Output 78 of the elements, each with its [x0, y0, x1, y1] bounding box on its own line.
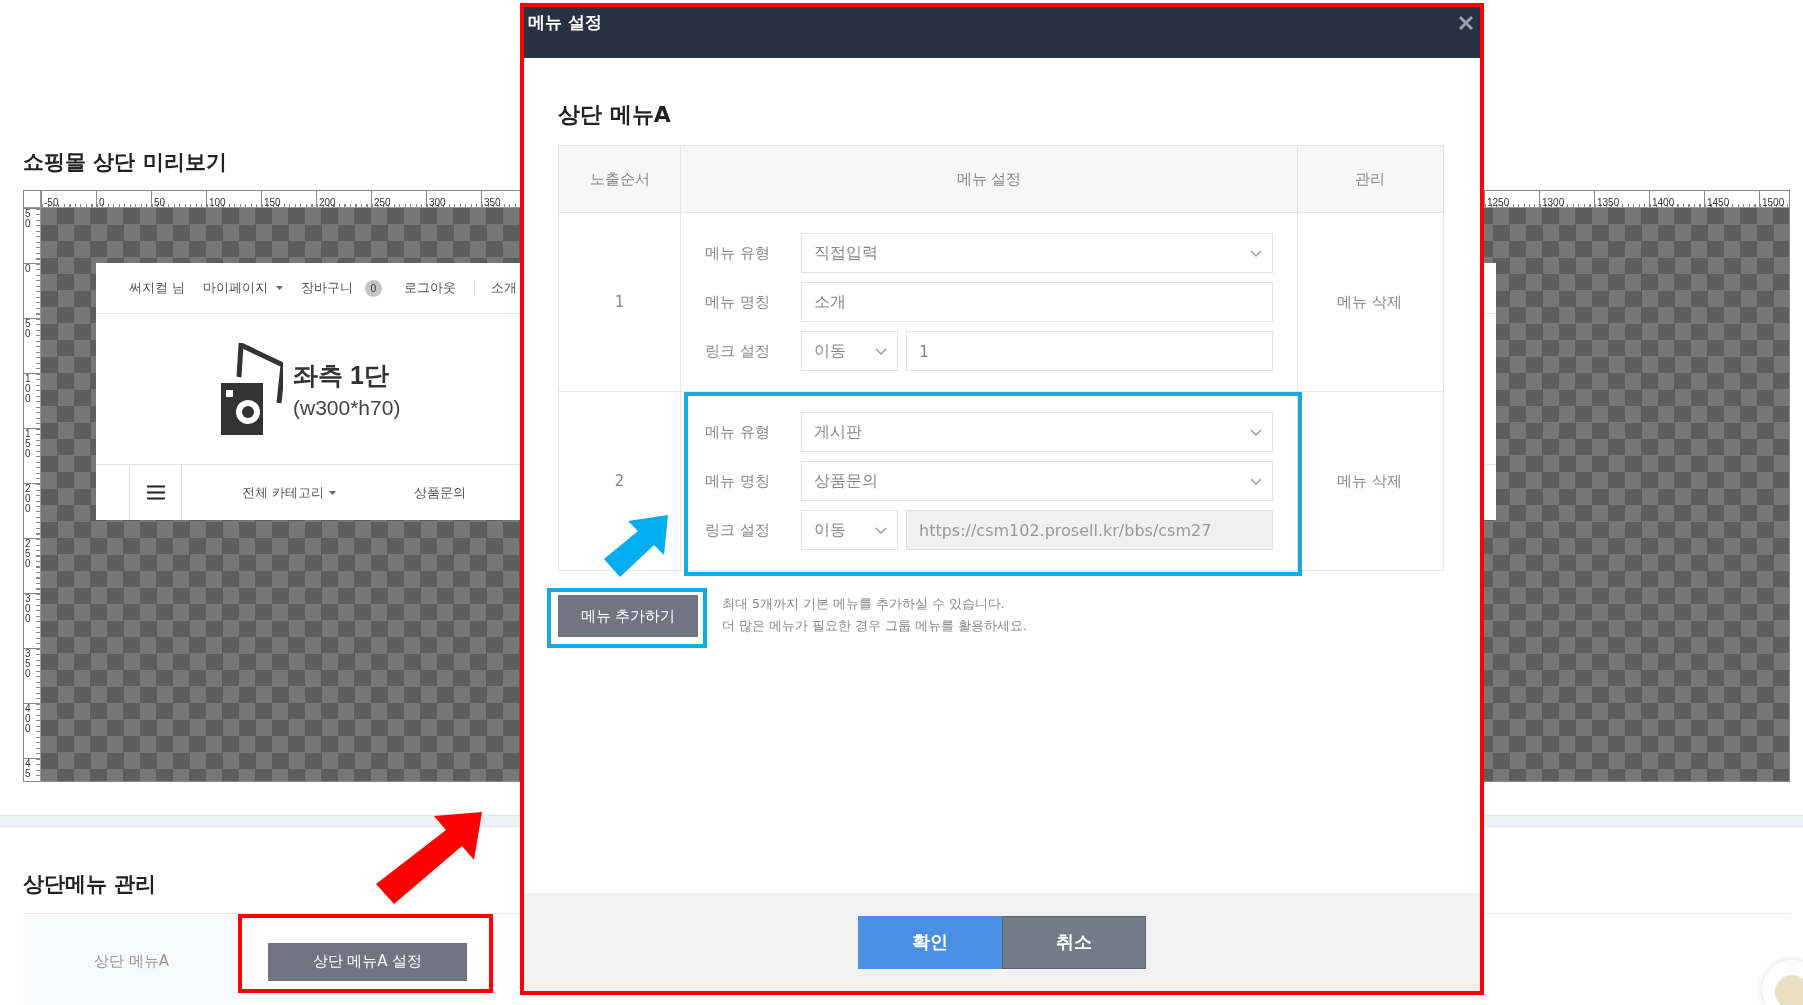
close-icon — [1458, 14, 1474, 31]
ruler-label: 150 — [263, 197, 281, 207]
ruler-label: 200 — [25, 484, 32, 514]
ruler-label: 250 — [373, 197, 391, 207]
add-menu-button[interactable]: 메뉴 추가하기 — [558, 595, 698, 637]
section-title: 상단메뉴 관리 — [23, 871, 158, 897]
ruler-label: -50 — [43, 197, 59, 207]
ruler-label: 300 — [428, 197, 446, 207]
dialog-heading: 상단 메뉴A — [558, 101, 672, 129]
ruler-label: 150 — [25, 429, 32, 459]
ruler-label: 1450 — [1706, 197, 1730, 207]
chevron-down-icon — [1250, 477, 1262, 485]
ruler-label: 300 — [25, 594, 32, 624]
header-link[interactable]: 소개 — [491, 279, 517, 297]
ruler-label: 350 — [25, 649, 32, 679]
table-cell: 1 — [559, 213, 681, 391]
ruler-label: 100 — [25, 374, 32, 404]
camera-logo-icon — [221, 343, 283, 435]
caret-icon — [329, 490, 337, 495]
confirm-button[interactable]: 확인 — [858, 915, 1002, 969]
header-link[interactable]: 장바구니 — [301, 279, 353, 297]
ruler-label: 200 — [318, 197, 336, 207]
ruler-label: 1350 — [1596, 197, 1620, 207]
ruler-label: 50 — [25, 319, 32, 339]
ruler-label: 1300 — [1541, 197, 1565, 207]
url-field: https://csm102.prosell.kr/bbs/csm27 — [906, 510, 1273, 550]
ruler-label: 250 — [25, 539, 32, 569]
delete-link[interactable]: 메뉴 삭제 — [1298, 392, 1441, 570]
ruler-label: 350 — [483, 197, 501, 207]
field-label: 메뉴 유형 — [705, 422, 771, 442]
ruler-label: 0 — [98, 197, 105, 207]
pointer-arrow — [604, 515, 668, 577]
field-label: 메뉴 명칭 — [705, 471, 771, 491]
column-header: 관리 — [1353, 168, 1386, 190]
ruler-label: 45 — [25, 759, 32, 779]
help-text: 더 많은 메뉴가 필요한 경우 그룹 메뉴를 활용하세요. — [722, 617, 1027, 635]
ruler-label: 0 — [25, 264, 32, 274]
chevron-down-icon — [875, 347, 887, 355]
field-label: 링크 설정 — [705, 341, 771, 361]
delete-link[interactable]: 메뉴 삭제 — [1298, 213, 1441, 391]
ruler-label: 1250 — [1486, 197, 1510, 207]
section-title: 쇼핑몰 상단 미리보기 — [23, 149, 228, 176]
select-field[interactable]: 상품문의 — [801, 461, 1273, 501]
header-link[interactable]: 마이페이지 — [203, 279, 268, 297]
logo-text: 좌측 1단 — [293, 359, 390, 391]
field-label: 메뉴 유형 — [705, 243, 771, 263]
ruler-label: 50 — [25, 209, 32, 229]
logo-size-text: (w300*h70) — [293, 395, 401, 420]
chevron-down-icon — [1250, 428, 1262, 436]
nav-link[interactable]: 상품문의 — [414, 483, 467, 502]
close-button[interactable] — [1458, 14, 1474, 31]
ruler-label: 400 — [25, 704, 32, 734]
chevron-down-icon — [875, 526, 887, 534]
help-text: 최대 5개까지 기본 메뉴를 추가하실 수 있습니다. — [722, 595, 1006, 613]
count-badge: 0 — [365, 279, 382, 297]
menu-icon — [146, 485, 165, 500]
ruler-label: 1400 — [1651, 197, 1675, 207]
chevron-down-icon — [1250, 249, 1262, 257]
select-field[interactable]: 직접입력 — [801, 233, 1273, 273]
table-cell: 상단 메뉴A — [23, 914, 240, 1005]
text-field[interactable]: 소개 — [801, 282, 1273, 322]
nav-link[interactable]: 전체 카테고리 — [242, 483, 325, 502]
select-field[interactable]: 이동 — [801, 331, 898, 371]
field-label: 메뉴 명칭 — [705, 292, 771, 312]
ruler-label: 1500 — [1761, 197, 1785, 207]
cancel-button[interactable]: 취소 — [1002, 915, 1146, 969]
column-header: 메뉴 설정 — [681, 146, 1298, 212]
field-label: 링크 설정 — [705, 520, 771, 540]
column-header: 노출순서 — [559, 146, 681, 212]
url-field[interactable]: 1 — [906, 331, 1273, 371]
ruler-label: 100 — [208, 197, 226, 207]
dialog-title: 메뉴 설정 — [528, 11, 602, 34]
settings-button[interactable]: 상단 메뉴A 설정 — [268, 942, 467, 981]
header-link[interactable]: 써지컬 님 — [129, 279, 185, 297]
select-field[interactable]: 게시판 — [801, 412, 1273, 452]
header-link[interactable]: 로그아웃 — [404, 279, 456, 297]
ruler-label: 50 — [153, 197, 166, 207]
caret-icon — [276, 286, 283, 290]
